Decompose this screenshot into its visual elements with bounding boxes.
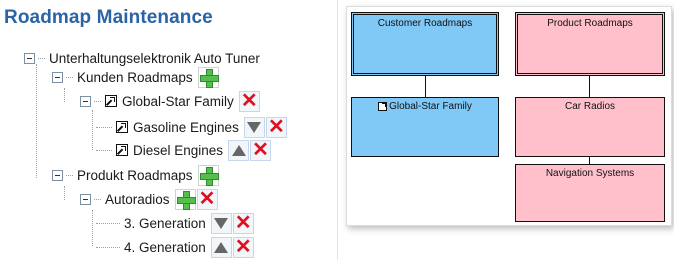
diagram-node-car-radios[interactable]: Car Radios <box>515 97 665 157</box>
move-up-button[interactable] <box>228 139 250 161</box>
collapse-icon[interactable] <box>80 95 91 107</box>
tree-node-global-star-family[interactable]: Global-Star Family ✕ <box>80 90 260 112</box>
shortcut-arrow-icon <box>116 144 128 156</box>
tree-node-label[interactable]: 3. Generation <box>124 216 206 231</box>
tree-node-label[interactable]: Unterhaltungselektronik Auto Tuner <box>49 51 260 66</box>
shortcut-arrow-icon <box>116 121 128 133</box>
collapse-icon[interactable] <box>52 169 63 181</box>
delete-button[interactable]: ✕ <box>232 212 254 234</box>
x-icon: ✕ <box>267 116 285 138</box>
tree-node-label[interactable]: Gasoline Engines <box>133 120 239 135</box>
tree-node-diesel-engines[interactable]: Diesel Engines ✕ <box>93 139 272 161</box>
triangle-down-icon <box>214 217 229 229</box>
tree-node-gasoline-engines[interactable]: Gasoline Engines ✕ <box>93 116 287 138</box>
tree-node-label[interactable]: Diesel Engines <box>133 143 223 158</box>
tree-connector <box>66 174 73 176</box>
triangle-up-icon <box>214 241 229 253</box>
collapse-icon[interactable] <box>24 52 35 64</box>
move-down-button[interactable] <box>243 116 265 138</box>
tree-node-label[interactable]: Global-Star Family <box>122 94 234 109</box>
x-icon: ✕ <box>198 188 216 210</box>
collapse-icon[interactable] <box>80 193 91 205</box>
x-icon: ✕ <box>234 236 252 258</box>
tree-node-produkt-roadmaps[interactable]: Produkt Roadmaps <box>52 164 219 186</box>
diagram-node-label: Car Radios <box>564 101 616 112</box>
tree-node-kunden-roadmaps[interactable]: Kunden Roadmaps <box>52 66 219 88</box>
add-button[interactable] <box>197 66 219 88</box>
tree-guide-line <box>64 88 65 102</box>
collapse-icon[interactable] <box>52 71 63 83</box>
delete-button[interactable]: ✕ <box>265 116 287 138</box>
tree-connector <box>96 246 120 248</box>
add-button[interactable] <box>197 164 219 186</box>
diagram-node-label: Navigation Systems <box>545 168 635 179</box>
tree-guide-line <box>36 64 37 178</box>
roadmap-tree-panel: Roadmap Maintenance Unterhaltungselektro… <box>0 0 338 260</box>
tree-node-label[interactable]: Kunden Roadmaps <box>77 70 193 85</box>
tree-connector <box>96 149 112 151</box>
x-icon: ✕ <box>234 212 252 234</box>
move-up-button[interactable] <box>210 236 232 258</box>
diagram-node-label: Customer Roadmaps <box>377 18 473 29</box>
tree-node-4-generation[interactable]: 4. Generation ✕ <box>93 236 254 258</box>
plus-icon <box>176 190 196 210</box>
shortcut-arrow-icon <box>105 95 117 107</box>
tree-node-label[interactable]: Produkt Roadmaps <box>77 168 193 183</box>
x-icon: ✕ <box>252 139 269 161</box>
diagram-node-customer-roadmaps[interactable]: Customer Roadmaps <box>351 12 499 76</box>
triangle-up-icon <box>231 144 246 156</box>
diagram-node-global-star-family[interactable]: Global-Star Family <box>351 97 499 157</box>
page-title: Roadmap Maintenance <box>4 7 213 28</box>
diagram-node-navigation-systems[interactable]: Navigation Systems <box>515 164 665 222</box>
diagram-connector <box>425 76 426 98</box>
diagram-connector <box>589 76 590 98</box>
delete-button[interactable]: ✕ <box>250 139 272 161</box>
plus-icon <box>199 166 219 186</box>
roadmap-diagram-panel: Customer Roadmaps Global-Star Family Pro… <box>346 6 672 226</box>
diagram-node-product-roadmaps[interactable]: Product Roadmaps <box>515 12 665 76</box>
tree-connector <box>96 126 112 128</box>
move-down-button[interactable] <box>210 212 232 234</box>
shortcut-arrow-icon <box>378 102 388 111</box>
tree-node-autoradios[interactable]: Autoradios ✕ <box>80 188 218 210</box>
tree-connector <box>94 100 101 102</box>
tree-connector <box>94 198 101 200</box>
plus-icon <box>199 68 219 88</box>
diagram-node-content: Global-Star Family <box>378 101 472 112</box>
triangle-down-icon <box>247 121 262 133</box>
tree-guide-line <box>64 186 65 200</box>
diagram-node-label: Global-Star Family <box>389 101 472 112</box>
x-icon: ✕ <box>240 90 258 112</box>
tree-connector <box>66 76 73 78</box>
delete-button[interactable]: ✕ <box>232 236 254 258</box>
delete-button[interactable]: ✕ <box>196 188 218 210</box>
tree-node-3-generation[interactable]: 3. Generation ✕ <box>93 212 254 234</box>
diagram-node-label: Product Roadmaps <box>547 18 633 29</box>
tree-node-label[interactable]: Autoradios <box>105 192 170 207</box>
add-button[interactable] <box>174 188 196 210</box>
tree-node-label[interactable]: 4. Generation <box>124 240 206 255</box>
tree-connector <box>38 57 45 59</box>
delete-button[interactable]: ✕ <box>238 90 260 112</box>
tree-connector <box>96 222 120 224</box>
